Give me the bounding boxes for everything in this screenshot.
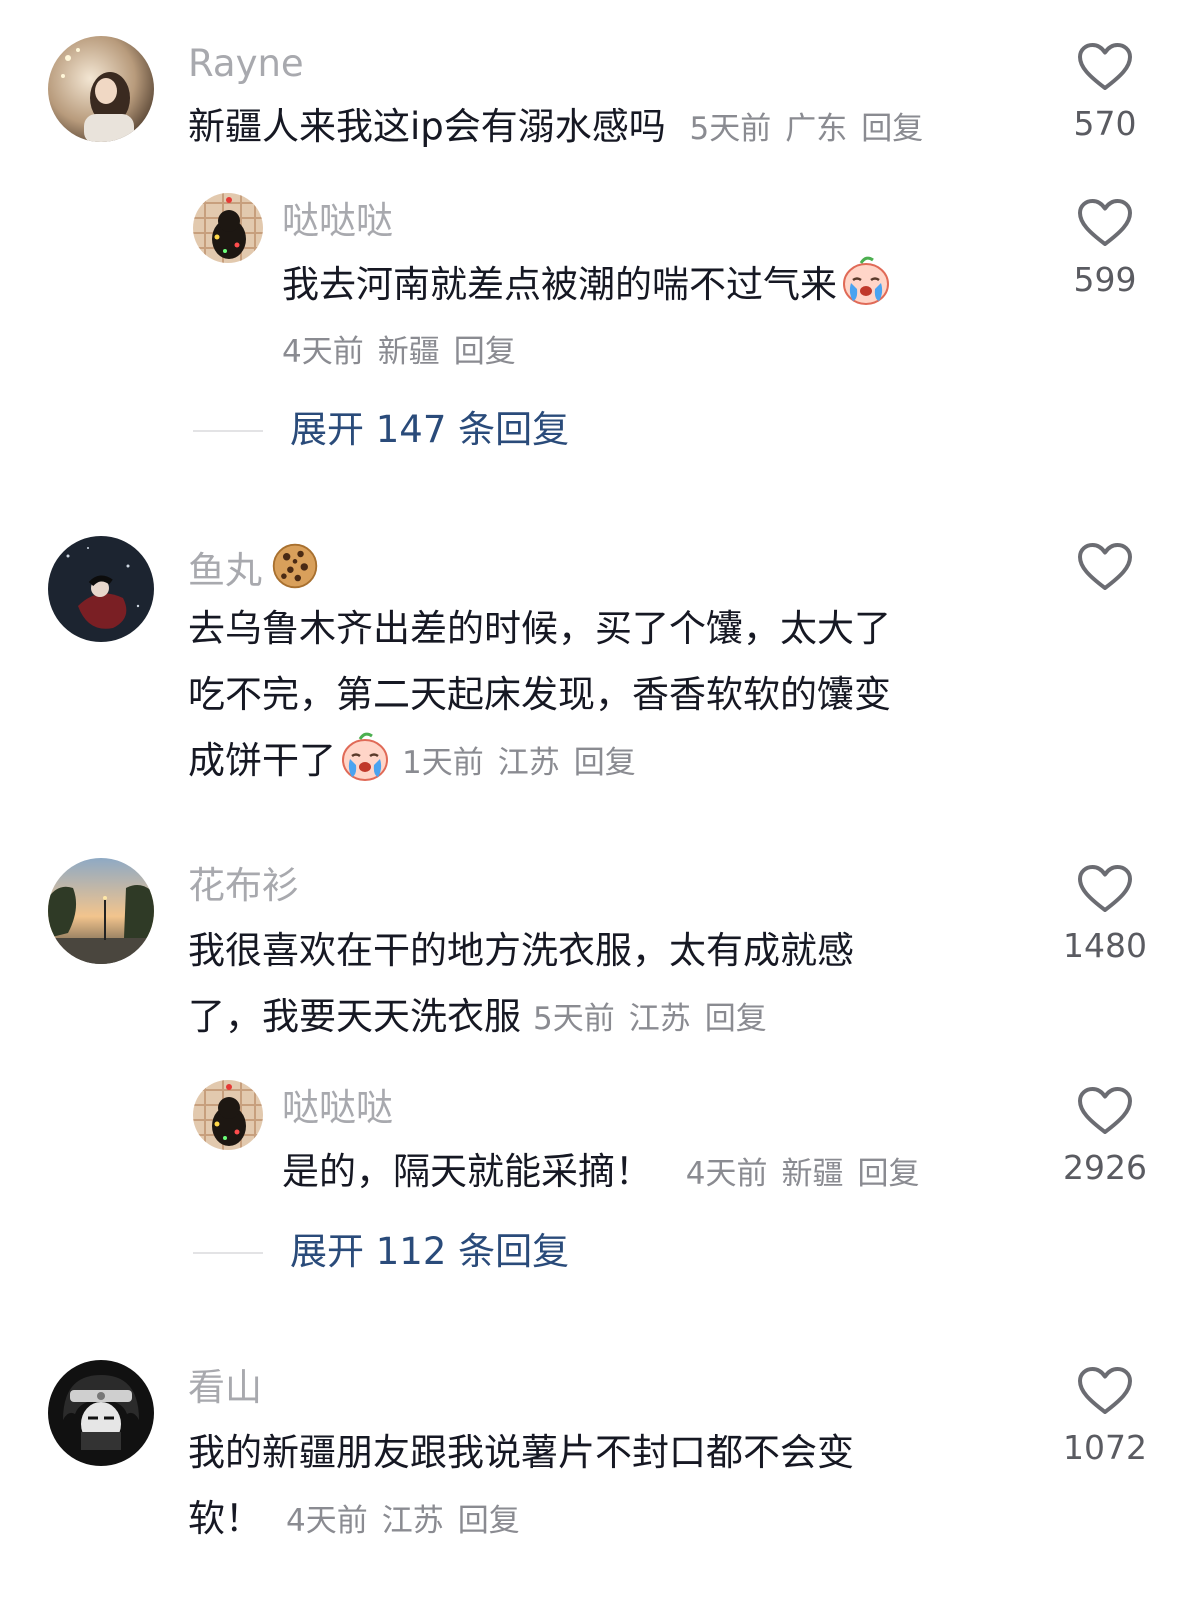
reply-button[interactable]: 回复 (458, 1503, 520, 1539)
like-control: 2926 (1040, 1086, 1170, 1188)
comment-location: 新疆 (781, 1156, 844, 1192)
heart-outline-icon[interactable] (1077, 1366, 1133, 1416)
comment-text: 新疆人来我这ip会有溺水感吗 5天前 广东 回复 (188, 94, 923, 162)
comment-text: 是的，隔天就能采摘！ 4天前 新疆 回复 (282, 1139, 920, 1207)
like-count: 2926 (1063, 1148, 1147, 1187)
avatar[interactable] (48, 36, 154, 142)
avatar[interactable] (193, 1080, 263, 1150)
comment-meta: 1天前 江苏 回复 (402, 745, 636, 781)
comment-body: 新疆人来我这ip会有溺水感吗 (188, 105, 666, 148)
avatar[interactable] (193, 193, 263, 263)
like-count: 599 (1073, 260, 1137, 299)
comment-line: 了，我要天天洗衣服 (188, 995, 521, 1038)
username[interactable]: 哒哒哒 (282, 1085, 393, 1131)
comment-meta: 4天前 江苏 回复 (286, 1503, 520, 1539)
username[interactable]: Rayne (188, 41, 304, 87)
heart-outline-icon[interactable] (1077, 1086, 1133, 1136)
like-count: 1480 (1063, 926, 1147, 965)
like-control: 599 (1040, 198, 1170, 300)
comment-body: 我去河南就差点被潮的喘不过气来 (282, 263, 837, 306)
comment-text: 我的新疆朋友跟我说薯片不封口都不会变 软！ 4天前 江苏 回复 (188, 1420, 988, 1554)
comment-time: 1天前 (402, 745, 484, 781)
heart-outline-icon[interactable] (1077, 42, 1133, 92)
comment-meta: 5天前 广东 回复 (690, 111, 924, 147)
comment-location: 新疆 (377, 334, 440, 370)
cookie-emoji (270, 541, 320, 591)
crying-face-emoji (338, 729, 392, 783)
divider (193, 430, 263, 432)
comment-line: 吃不完，第二天起床发现，香香软软的馕变 (188, 673, 891, 716)
comment-body: 是的，隔天就能采摘！ (282, 1150, 652, 1193)
reply-button[interactable]: 回复 (858, 1156, 920, 1192)
reply-button[interactable]: 回复 (454, 334, 516, 370)
heart-outline-icon[interactable] (1077, 864, 1133, 914)
crying-face-emoji (839, 253, 893, 307)
avatar[interactable] (48, 536, 154, 642)
comment-location: 江苏 (497, 745, 560, 781)
comment-meta: 4天前 新疆 回复 (282, 332, 516, 372)
reply-button[interactable]: 回复 (574, 745, 636, 781)
username[interactable]: 看山 (188, 1365, 262, 1411)
username[interactable]: 鱼丸 (188, 541, 320, 594)
avatar[interactable] (48, 1360, 154, 1466)
comment-line-last: 了，我要天天洗衣服 5天前 江苏 回复 (188, 984, 988, 1052)
username[interactable]: 哒哒哒 (282, 198, 393, 244)
comment-time: 5天前 (533, 1001, 615, 1037)
expand-replies-button[interactable]: 展开 147 条回复 (290, 405, 569, 455)
comment-line: 我很喜欢在干的地方洗衣服，太有成就感 (188, 929, 854, 972)
avatar[interactable] (48, 858, 154, 964)
comment-time: 4天前 (286, 1503, 368, 1539)
comment-line-last: 成饼干了 1天前 江苏 回复 (188, 728, 988, 796)
comment-text: 我去河南就差点被潮的喘不过气来 (282, 252, 893, 318)
expand-replies-button[interactable]: 展开 112 条回复 (290, 1227, 569, 1277)
comment-time: 4天前 (282, 334, 364, 370)
comment-meta: 4天前 新疆 回复 (686, 1156, 920, 1192)
comment-line: 软！ (188, 1497, 262, 1540)
divider (193, 1252, 263, 1254)
comment-line: 我的新疆朋友跟我说薯片不封口都不会变 (188, 1431, 854, 1474)
comment-text: 去乌鲁木齐出差的时候，买了个馕，太大了 吃不完，第二天起床发现，香香软软的馕变 … (188, 596, 988, 796)
like-count: 570 (1073, 104, 1137, 143)
heart-outline-icon[interactable] (1077, 542, 1133, 592)
comment-time: 4天前 (685, 1156, 768, 1192)
comment-location: 广东 (785, 111, 848, 147)
comment-time: 5天前 (689, 111, 772, 147)
comment-meta: 5天前 江苏 回复 (533, 1001, 767, 1037)
like-control: 570 (1040, 42, 1170, 144)
like-count: 1072 (1063, 1428, 1147, 1467)
comment-line-last: 软！ 4天前 江苏 回复 (188, 1486, 988, 1554)
reply-button[interactable]: 回复 (705, 1001, 767, 1037)
heart-outline-icon[interactable] (1077, 198, 1133, 248)
username-text: 鱼丸 (188, 549, 262, 592)
like-control (1040, 542, 1170, 604)
like-control: 1480 (1040, 864, 1170, 966)
comment-text: 我很喜欢在干的地方洗衣服，太有成就感 了，我要天天洗衣服 5天前 江苏 回复 (188, 918, 988, 1052)
like-control: 1072 (1040, 1366, 1170, 1468)
reply-button[interactable]: 回复 (861, 111, 923, 147)
comment-location: 江苏 (628, 1001, 691, 1037)
comment-line: 去乌鲁木齐出差的时候，买了个馕，太大了 (188, 607, 891, 650)
username[interactable]: 花布衫 (188, 863, 299, 909)
comment-location: 江苏 (381, 1503, 444, 1539)
comment-line: 成饼干了 (188, 739, 336, 782)
